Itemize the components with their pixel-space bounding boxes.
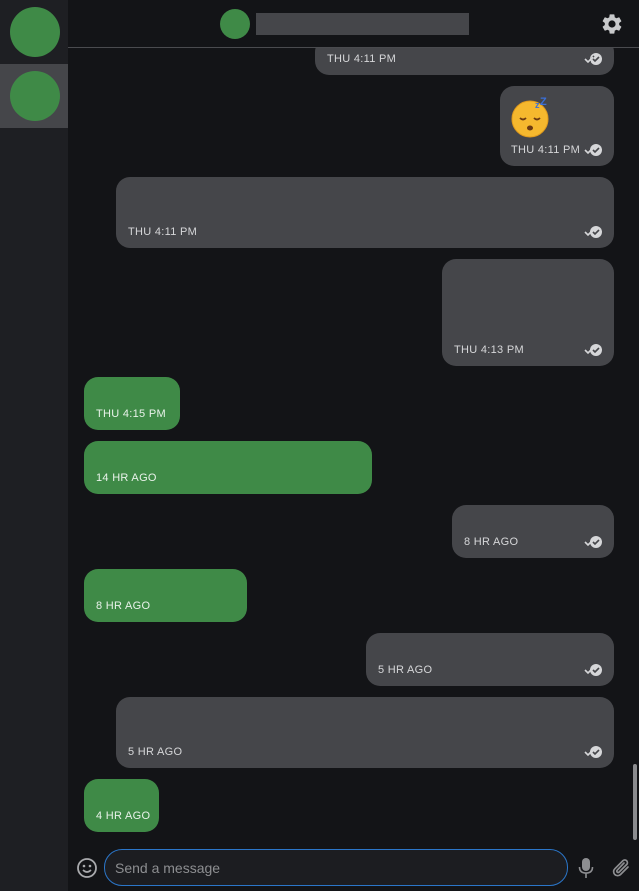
message-composer bbox=[68, 844, 639, 891]
attachment-icon[interactable] bbox=[611, 856, 633, 880]
double-check-icon bbox=[584, 746, 602, 758]
message-timestamp: THU 4:11 PM bbox=[327, 53, 397, 65]
svg-text:Z: Z bbox=[540, 96, 547, 108]
conversation-item[interactable] bbox=[0, 0, 68, 64]
message-bubble-outgoing[interactable]: 5 HR AGO bbox=[366, 633, 614, 686]
contact-name-redacted bbox=[256, 13, 469, 35]
double-check-icon bbox=[584, 536, 602, 548]
double-check-icon bbox=[584, 664, 602, 676]
message-timestamp: THU 4:11 PM bbox=[511, 144, 581, 156]
message-bubble-incoming[interactable]: 8 HR AGO bbox=[84, 569, 247, 622]
message-input[interactable] bbox=[104, 849, 568, 886]
message-timestamp: 5 HR AGO bbox=[128, 746, 183, 758]
message-bubble-incoming[interactable]: 4 HR AGO bbox=[84, 779, 159, 832]
avatar bbox=[10, 7, 60, 57]
message-bubble-incoming[interactable]: THU 4:15 PM bbox=[84, 377, 180, 430]
message-timestamp: THU 4:15 PM bbox=[96, 408, 166, 420]
message-timestamp: THU 4:11 PM bbox=[128, 226, 198, 238]
conversation-sidebar bbox=[0, 0, 68, 891]
messages-app: THU 4:11 PM z Z THU 4:11 PM THU 4:11 PM … bbox=[0, 0, 639, 891]
message-bubble-incoming[interactable]: 14 HR AGO bbox=[84, 441, 372, 494]
emoji-icon[interactable] bbox=[76, 857, 98, 879]
message-bubble-outgoing[interactable]: 5 HR AGO bbox=[116, 697, 614, 768]
message-bubble-outgoing[interactable]: THU 4:11 PM bbox=[315, 48, 614, 75]
double-check-icon bbox=[584, 226, 602, 238]
message-timestamp: 4 HR AGO bbox=[96, 810, 151, 822]
message-timestamp: THU 4:13 PM bbox=[454, 344, 524, 356]
conversation-header bbox=[68, 0, 639, 48]
avatar bbox=[10, 71, 60, 121]
message-timestamp: 5 HR AGO bbox=[378, 664, 433, 676]
double-check-icon bbox=[584, 144, 602, 156]
sleeping-face-emoji: z Z bbox=[511, 96, 549, 138]
message-timestamp: 8 HR AGO bbox=[464, 536, 519, 548]
thread-scrollbar[interactable] bbox=[633, 764, 637, 840]
message-bubble-outgoing[interactable]: THU 4:13 PM bbox=[442, 259, 614, 366]
gear-icon[interactable] bbox=[600, 12, 624, 36]
message-bubble-outgoing-emoji[interactable]: z Z THU 4:11 PM bbox=[500, 86, 614, 166]
microphone-icon[interactable] bbox=[578, 857, 594, 879]
message-thread[interactable]: THU 4:11 PM z Z THU 4:11 PM THU 4:11 PM … bbox=[68, 48, 639, 844]
message-timestamp: 14 HR AGO bbox=[96, 472, 157, 484]
conversation-item-active[interactable] bbox=[0, 64, 68, 128]
message-bubble-outgoing[interactable]: THU 4:11 PM bbox=[116, 177, 614, 248]
contact-avatar[interactable] bbox=[220, 9, 250, 39]
double-check-icon bbox=[584, 53, 602, 65]
double-check-icon bbox=[584, 344, 602, 356]
message-timestamp: 8 HR AGO bbox=[96, 600, 151, 612]
message-bubble-outgoing[interactable]: 8 HR AGO bbox=[452, 505, 614, 558]
